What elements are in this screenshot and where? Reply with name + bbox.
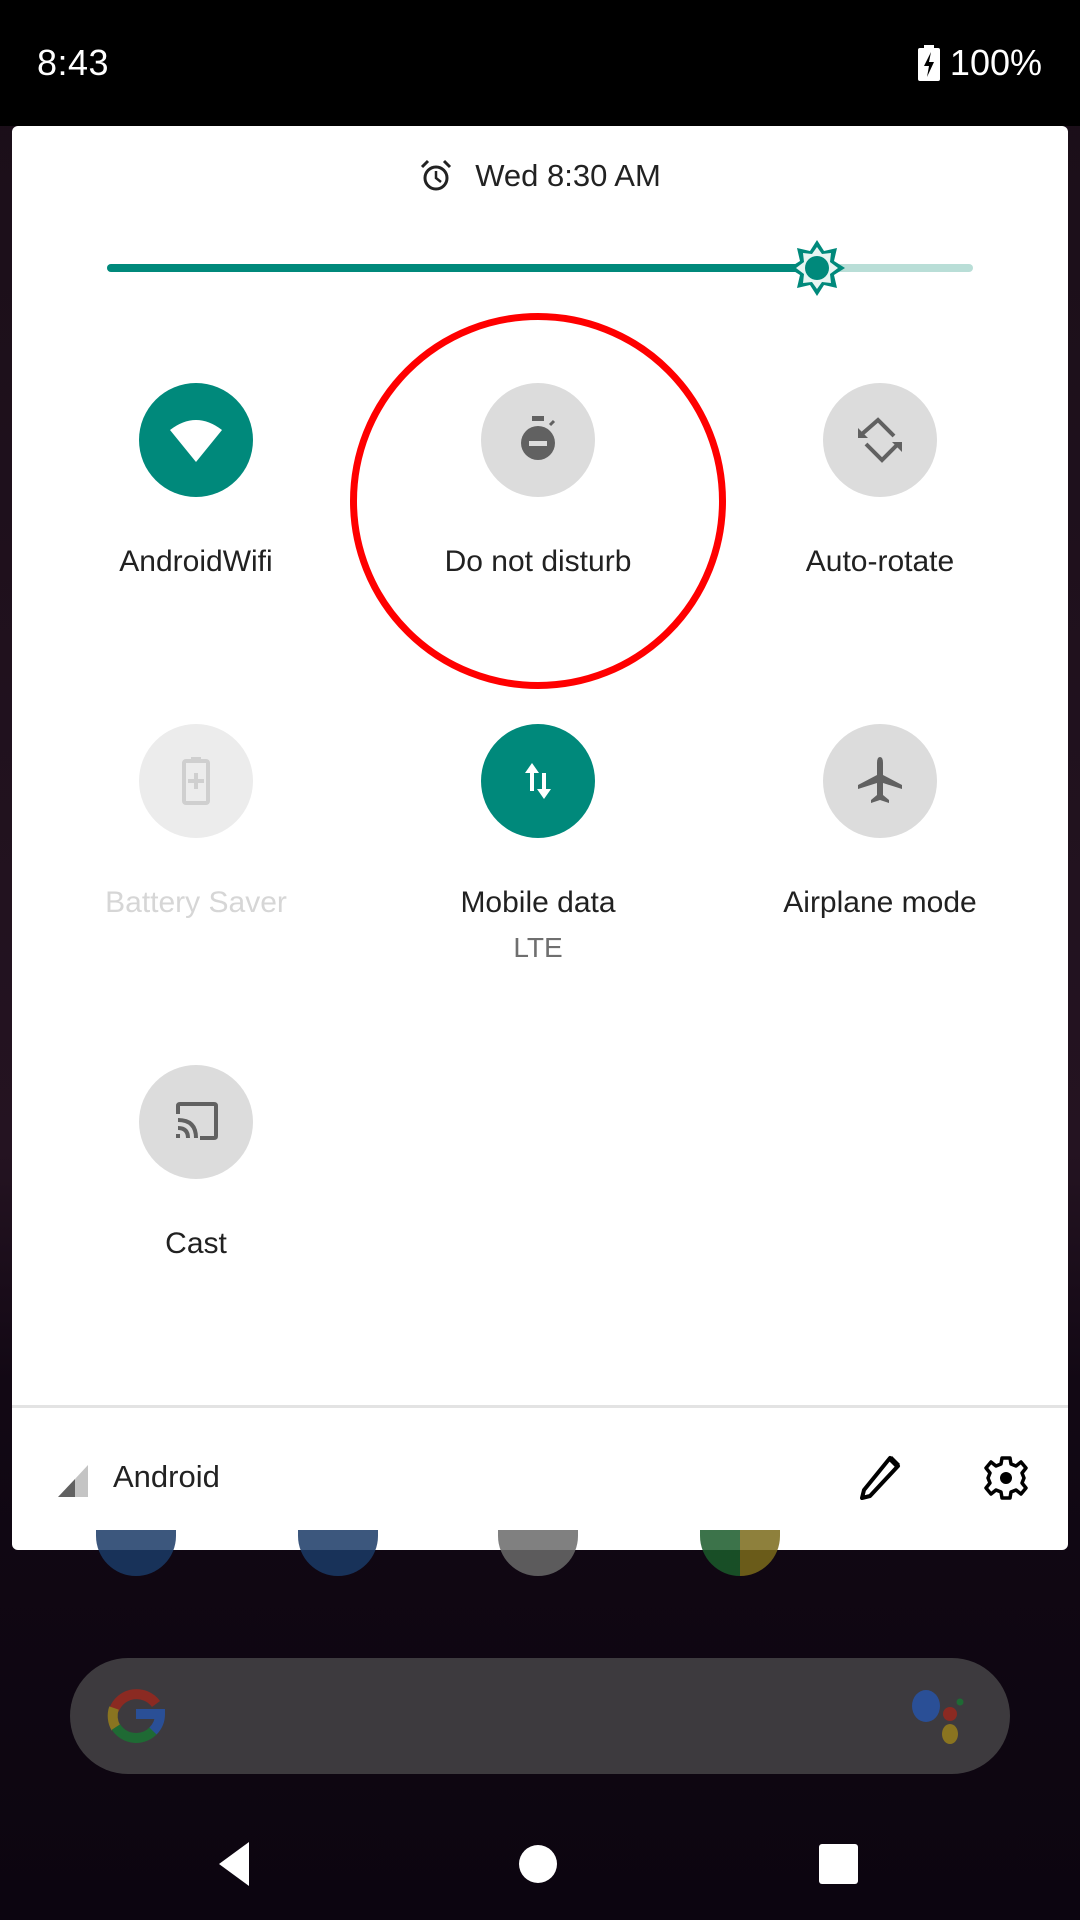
tile-wifi[interactable]: AndroidWifi [46, 383, 346, 579]
gear-icon [984, 1456, 1028, 1500]
carrier-name: Android [113, 1459, 220, 1494]
battery-percent: 100% [949, 42, 1042, 83]
home-app-icons [0, 1530, 1080, 1580]
tile-label: AndroidWifi [119, 545, 273, 578]
tile-auto-rotate-button[interactable] [823, 383, 937, 497]
slider-fill [107, 264, 817, 272]
tile-mobile-data[interactable]: Mobile data LTE [388, 724, 688, 964]
do-not-disturb-icon [521, 416, 556, 460]
battery-saver-icon [182, 757, 210, 805]
tile-label: Battery Saver [105, 886, 287, 919]
tile-dnd-button[interactable] [481, 383, 595, 497]
home-button[interactable] [508, 1834, 568, 1894]
back-icon [219, 1842, 249, 1886]
tile-label: Mobile data [460, 886, 616, 919]
alarm-text: Wed 8:30 AM [475, 158, 661, 193]
google-search-bar[interactable] [70, 1658, 1010, 1774]
brightness-slider[interactable] [107, 240, 973, 296]
quick-settings-footer: Android [12, 1408, 1068, 1550]
tile-airplane-button[interactable] [823, 724, 937, 838]
tile-battery-saver-button[interactable] [139, 724, 253, 838]
settings-button[interactable] [980, 1452, 1032, 1504]
cast-icon [176, 1102, 218, 1140]
mobile-data-icon [525, 763, 551, 799]
recents-icon [819, 1844, 858, 1884]
tile-label: Airplane mode [783, 886, 977, 919]
tile-cast[interactable]: Cast [46, 1065, 346, 1261]
alarm-clock-icon [421, 159, 452, 191]
edit-button[interactable] [854, 1452, 906, 1504]
tile-sublabel: LTE [513, 932, 563, 963]
tile-wifi-button[interactable] [139, 383, 253, 497]
tile-label: Cast [165, 1227, 227, 1260]
home-icon [519, 1845, 557, 1883]
brightness-sun-icon[interactable] [787, 238, 847, 298]
battery-charging-icon [917, 45, 940, 81]
tile-label: Do not disturb [444, 545, 632, 578]
app-icon[interactable] [96, 1530, 176, 1576]
auto-rotate-icon [858, 417, 902, 463]
tile-label: Auto-rotate [805, 545, 955, 578]
tile-battery-saver[interactable]: Battery Saver [46, 724, 346, 920]
tile-mobile-data-button[interactable] [481, 724, 595, 838]
tile-auto-rotate[interactable]: Auto-rotate [730, 383, 1030, 579]
next-alarm[interactable]: Wed 8:30 AM [0, 158, 1080, 194]
navigation-bar [0, 1800, 1080, 1920]
app-icon[interactable] [700, 1530, 780, 1576]
app-icon[interactable] [498, 1530, 578, 1576]
wifi-icon [170, 420, 222, 462]
tile-cast-button[interactable] [139, 1065, 253, 1179]
status-bar: 8:43 100% [0, 0, 1080, 126]
google-assistant-icon [912, 1690, 964, 1744]
pencil-icon [860, 1456, 900, 1500]
tile-do-not-disturb[interactable]: Do not disturb [388, 383, 688, 579]
back-button[interactable] [209, 1834, 269, 1894]
google-g-icon [107, 1689, 166, 1743]
airplane-icon [858, 757, 902, 803]
status-right: 100% [917, 42, 1042, 84]
cell-signal-icon [58, 1465, 88, 1497]
tile-airplane-mode[interactable]: Airplane mode [730, 724, 1030, 920]
status-time: 8:43 [37, 42, 110, 83]
recents-button[interactable] [808, 1834, 868, 1894]
app-icon[interactable] [298, 1530, 378, 1576]
